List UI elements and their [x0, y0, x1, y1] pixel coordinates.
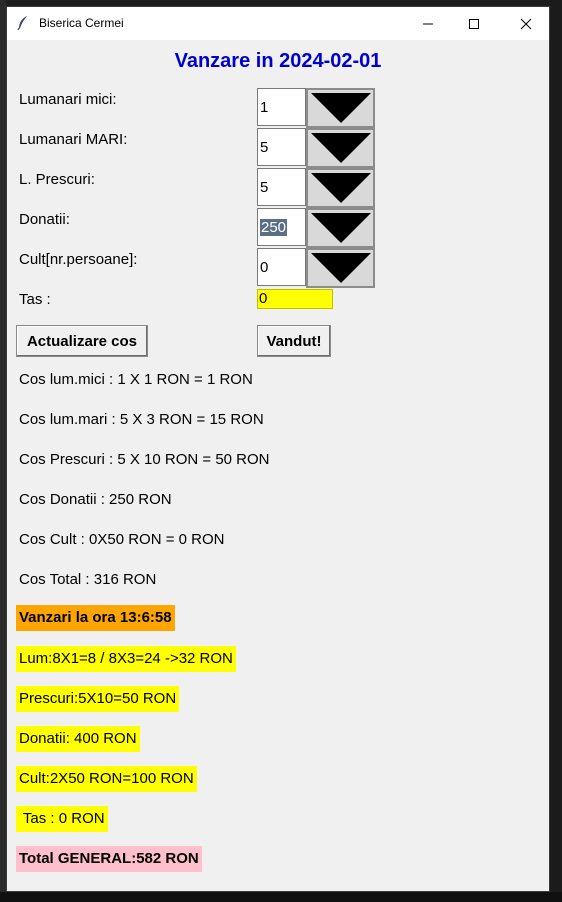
- tas-input[interactable]: 0: [257, 289, 333, 309]
- close-icon: [520, 18, 532, 29]
- prescuri-label: L. Prescuri:: [19, 171, 95, 188]
- cart-large-candles: Cos lum.mari : 5 X 3 RON = 15 RON: [19, 411, 264, 428]
- maximize-icon: [469, 18, 479, 29]
- donations-label: Donatii:: [19, 211, 70, 228]
- small-candles-input[interactable]: 1: [257, 88, 306, 126]
- sales-prescuri: Prescuri:5X10=50 RON: [16, 686, 180, 712]
- cart-small-candles: Cos lum.mici : 1 X 1 RON = 1 RON: [19, 371, 253, 388]
- page-title: Vanzare in 2024-02-01: [174, 50, 382, 72]
- triangle-down-icon: [310, 213, 371, 243]
- small-candles-spinbox: 1: [257, 88, 375, 128]
- large-candles-input[interactable]: 5: [257, 128, 306, 166]
- minimize-button[interactable]: [405, 7, 451, 40]
- donations-dropdown-button[interactable]: [306, 208, 375, 248]
- triangle-down-icon: [310, 253, 371, 283]
- cult-label: Cult[nr.persoane]:: [19, 251, 138, 268]
- desktop-bottom-strip: [0, 892, 562, 902]
- donations-selected-text: 250: [260, 219, 288, 236]
- triangle-down-icon: [310, 133, 371, 163]
- donations-input[interactable]: 250: [257, 208, 306, 246]
- sales-total-general: Total GENERAL:582 RON: [16, 846, 202, 872]
- sales-donations: Donatii: 400 RON: [16, 726, 140, 752]
- donations-spinbox: 250: [257, 208, 375, 248]
- client-area: Vanzare in 2024-02-01 Lumanari mici: 1 L…: [7, 40, 549, 891]
- triangle-down-icon: [310, 173, 371, 203]
- minimize-icon: [423, 23, 433, 24]
- large-candles-dropdown-button[interactable]: [306, 128, 375, 168]
- cart-total: Cos Total : 316 RON: [19, 571, 157, 588]
- update-cart-button[interactable]: Actualizare cos: [16, 325, 148, 357]
- cart-donations: Cos Donatii : 250 RON: [19, 491, 172, 508]
- maximize-button[interactable]: [451, 7, 497, 40]
- cult-input[interactable]: 0: [257, 248, 306, 286]
- cult-dropdown-button[interactable]: [306, 248, 375, 288]
- sales-cult: Cult:2X50 RON=100 RON: [16, 766, 197, 792]
- sold-button[interactable]: Vandut!: [257, 325, 331, 357]
- triangle-down-icon: [310, 93, 371, 123]
- small-candles-dropdown-button[interactable]: [306, 88, 375, 128]
- prescuri-input[interactable]: 5: [257, 168, 306, 206]
- sales-candles: Lum:8X1=8 / 8X3=24 ->32 RON: [16, 646, 236, 672]
- close-button[interactable]: [503, 7, 549, 40]
- title-bar[interactable]: Biserica Cermei: [7, 7, 549, 40]
- small-candles-label: Lumanari mici:: [19, 91, 117, 108]
- sales-time-badge: Vanzari la ora 13:6:58: [16, 605, 175, 631]
- app-window: Biserica Cermei Vanzare in 2024-02-01 Lu…: [6, 6, 550, 892]
- prescuri-dropdown-button[interactable]: [306, 168, 375, 208]
- desktop-right-strip: [550, 0, 562, 902]
- feather-icon: [15, 15, 31, 31]
- cart-prescuri: Cos Prescuri : 5 X 10 RON = 50 RON: [19, 451, 270, 468]
- large-candles-spinbox: 5: [257, 128, 375, 168]
- sales-tas: Tas : 0 RON: [16, 806, 108, 832]
- tas-label: Tas :: [19, 291, 51, 308]
- large-candles-label: Lumanari MARI:: [19, 131, 128, 148]
- cart-cult: Cos Cult : 0X50 RON = 0 RON: [19, 531, 225, 548]
- prescuri-spinbox: 5: [257, 168, 375, 208]
- window-title: Biserica Cermei: [39, 16, 124, 30]
- cult-spinbox: 0: [257, 248, 375, 288]
